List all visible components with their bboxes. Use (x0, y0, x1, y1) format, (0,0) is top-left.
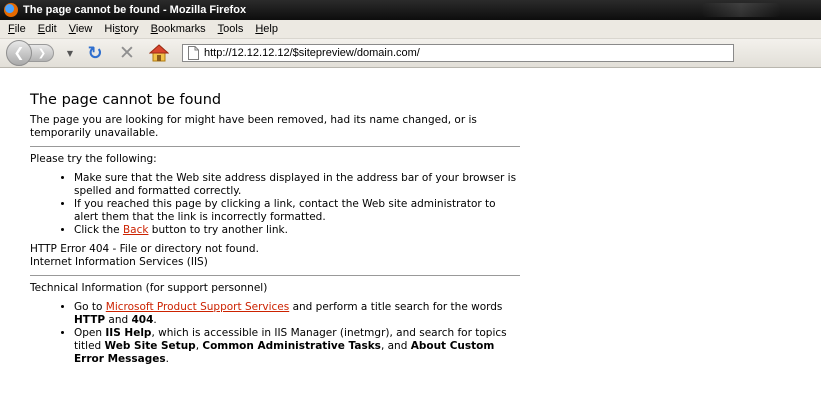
titlebar-gloss (701, 3, 781, 17)
menu-help[interactable]: Help (249, 23, 284, 35)
menu-bookmarks[interactable]: Bookmarks (145, 23, 212, 35)
back-link[interactable]: Back (123, 224, 149, 236)
home-icon (149, 44, 169, 62)
arrow-left-icon: ❮ (13, 45, 25, 61)
reload-button[interactable]: ↻ (82, 41, 108, 65)
window-title: The page cannot be found - Mozilla Firef… (23, 4, 247, 16)
firefox-logo-icon (4, 3, 18, 17)
page-title: The page cannot be found (30, 92, 222, 108)
list-item: Make sure that the Web site address disp… (74, 172, 520, 198)
back-button[interactable]: ❮ (6, 40, 32, 66)
reload-icon: ↻ (87, 42, 103, 64)
back-forward-group: ❮ ❯ (6, 40, 62, 66)
try-list: Make sure that the Web site address disp… (30, 172, 520, 237)
address-bar (182, 44, 734, 62)
tech-heading: Technical Information (for support perso… (30, 282, 268, 294)
list-item: Open IIS Help, which is accessible in II… (74, 327, 520, 366)
menu-bar: File Edit View History Bookmarks Tools H… (0, 20, 821, 39)
iis-text: Internet Information Services (IIS) (30, 256, 208, 268)
stop-button[interactable]: ✕ (114, 41, 140, 65)
divider (30, 275, 520, 276)
window-titlebar: The page cannot be found - Mozilla Firef… (0, 0, 821, 20)
http-error-text: HTTP Error 404 - File or directory not f… (30, 243, 259, 255)
close-icon: ✕ (119, 42, 135, 64)
divider (30, 146, 520, 147)
support-services-link[interactable]: Microsoft Product Support Services (106, 301, 289, 313)
home-button[interactable] (146, 41, 172, 65)
tech-list: Go to Microsoft Product Support Services… (30, 301, 520, 366)
page-icon (186, 45, 200, 61)
url-input[interactable] (204, 47, 733, 59)
list-item: If you reached this page by clicking a l… (74, 198, 520, 224)
intro-text: The page you are looking for might have … (30, 114, 477, 139)
navigation-toolbar: ❮ ❯ ▼ ↻ ✕ (0, 39, 821, 68)
history-dropdown-button[interactable]: ▼ (64, 45, 76, 61)
page-content: The page cannot be found The page you ar… (0, 68, 520, 366)
menu-history[interactable]: History (98, 23, 144, 35)
menu-tools[interactable]: Tools (212, 23, 250, 35)
menu-file[interactable]: File (2, 23, 32, 35)
menu-view[interactable]: View (63, 23, 99, 35)
list-item: Go to Microsoft Product Support Services… (74, 301, 520, 327)
arrow-right-icon: ❯ (37, 47, 47, 59)
menu-edit[interactable]: Edit (32, 23, 63, 35)
list-item: Click the Back button to try another lin… (74, 224, 520, 237)
try-heading: Please try the following: (30, 153, 157, 165)
chevron-down-icon: ▼ (66, 48, 74, 58)
